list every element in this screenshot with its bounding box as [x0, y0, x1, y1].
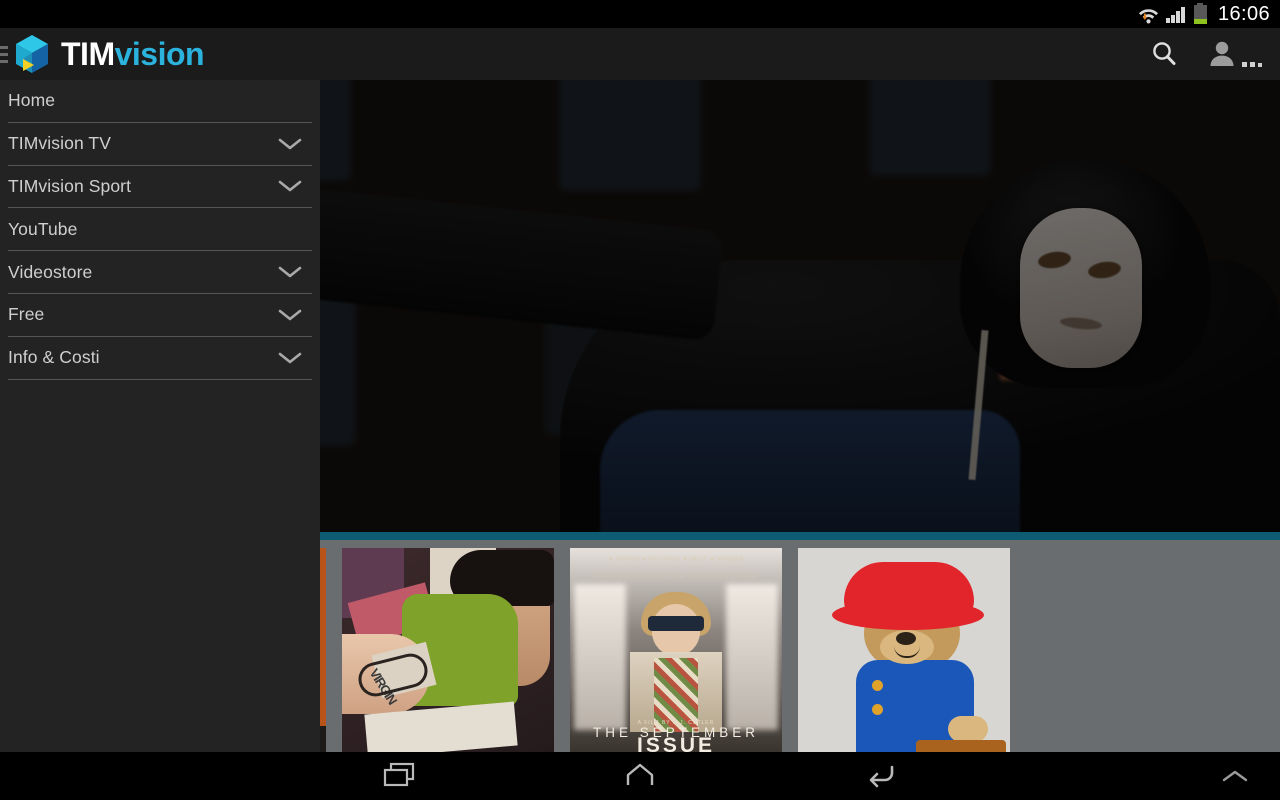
sidebar-item-label: Videostore	[8, 261, 93, 282]
brand-wordmark: TIMvision	[61, 36, 205, 72]
home-icon	[626, 763, 654, 785]
poster-card[interactable]	[798, 548, 1010, 752]
battery-icon	[1192, 3, 1207, 24]
status-bar-clock: 16:06	[1217, 2, 1270, 25]
sidebar-item-label: TIMvision Sport	[8, 175, 132, 196]
search-icon	[1153, 42, 1176, 65]
timvision-cube-logo	[16, 35, 48, 73]
android-navigation-bar	[0, 752, 1280, 800]
status-bar: 16:06	[0, 0, 1280, 28]
poster-card[interactable]: VIRGIN	[342, 548, 554, 752]
back-arrow-icon	[869, 765, 894, 788]
sidebar-item-label: YouTube	[8, 218, 78, 239]
app-brand: TIMvision	[14, 34, 205, 74]
app-bar-actions	[1149, 39, 1280, 69]
account-button[interactable]	[1209, 39, 1262, 69]
sidebar-item-info-costi[interactable]: Info & Costi	[0, 337, 320, 379]
nav-recent-apps-button[interactable]	[345, 752, 455, 800]
sidebar-item-label: Info & Costi	[8, 347, 100, 368]
sidebar-item-timvision-sport[interactable]: TIMvision Sport	[0, 166, 320, 208]
wifi-icon	[1138, 4, 1159, 24]
chevron-down-icon[interactable]	[277, 264, 303, 280]
sidebar-item-videostore[interactable]: Videostore	[0, 251, 320, 293]
search-button[interactable]	[1149, 39, 1179, 69]
nav-back-button[interactable]	[825, 752, 935, 800]
sidebar-item-label: TIMvision TV	[8, 133, 111, 154]
drawer-item-list: Home TIMvision TV TIMvision Sport YouTube Vi…	[0, 80, 320, 380]
chevron-down-icon[interactable]	[277, 307, 303, 323]
overflow-dots-icon	[1242, 62, 1262, 67]
poster-card[interactable]: ★ AWARD ★ FESTIVAL ★ BEST ★ WINNER ANNA …	[570, 548, 782, 752]
signal-icon	[1166, 6, 1185, 23]
nav-home-button[interactable]	[585, 752, 695, 800]
chevron-down-icon[interactable]	[277, 136, 303, 152]
sidebar-divider	[8, 378, 312, 380]
app-bar: TIMvision	[0, 28, 1280, 80]
poster-title-line2: ISSUE	[636, 734, 716, 752]
poster-laurel-text: ★ AWARD ★ FESTIVAL ★ BEST ★ WINNER	[608, 557, 744, 563]
recent-apps-icon	[383, 762, 415, 787]
navigation-drawer: Home TIMvision TV TIMvision Sport YouTube Vi…	[0, 80, 320, 752]
chevron-down-icon[interactable]	[277, 178, 303, 194]
poster-tagline: ANNA WINTOUR AND THE MAKING OF VOGUE	[595, 574, 757, 580]
sidebar-item-youtube[interactable]: YouTube	[0, 208, 320, 250]
chevron-down-icon[interactable]	[277, 350, 303, 366]
sidebar-item-free[interactable]: Free	[0, 294, 320, 336]
brand-tim: TIM	[61, 36, 115, 72]
person-icon	[1210, 41, 1234, 66]
chevron-up-icon	[1222, 770, 1248, 782]
sidebar-item-timvision-tv[interactable]: TIMvision TV	[0, 123, 320, 165]
poster-laurels: ★ AWARD ★ FESTIVAL ★ BEST ★ WINNER	[570, 556, 782, 563]
brand-vision: vision	[114, 36, 205, 72]
sidebar-item-label: Free	[8, 304, 45, 325]
hamburger-icon[interactable]	[0, 45, 8, 63]
android-screen: 16:06 TIMvision VIRGIN ★ AWARD ★ FESTIVA…	[0, 0, 1280, 800]
sidebar-item-label: Home	[8, 90, 56, 111]
sidebar-item-home[interactable]: Home	[0, 80, 320, 122]
nav-expand-button[interactable]	[1200, 752, 1270, 800]
